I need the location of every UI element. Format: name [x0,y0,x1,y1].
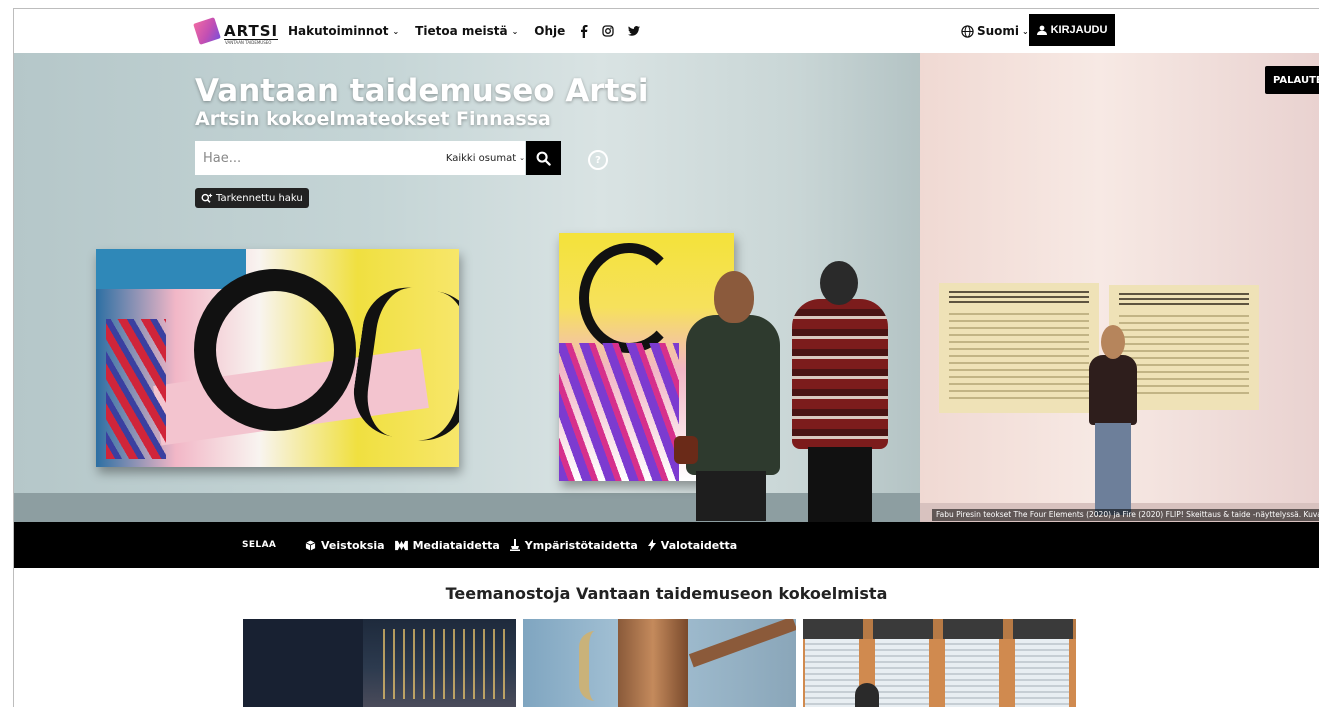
cube-icon [305,539,316,551]
theme-card-image[interactable] [523,619,796,707]
login-label: KIRJAUDU [1050,24,1108,36]
search-type-label: Kaikki osumat [445,152,517,164]
chevron-down-icon: ⌄ [392,26,400,36]
window-top-edge [0,0,1319,9]
logo-text: ARTSI [224,21,279,40]
hero-visitor [786,261,892,522]
browse-items: Veistoksia Mediataidetta Ympäristötaidet… [300,522,742,568]
browse-item-ymparistotaidetta[interactable]: Ympäristötaidetta [505,539,643,552]
section-title: Teemanostoja Vantaan taidemuseon kokoelm… [445,584,888,603]
theme-card-image[interactable] [803,619,1076,707]
browse-item-mediataidetta[interactable]: Mediataidetta [390,539,505,552]
advanced-search-button[interactable]: Tarkennettu haku [195,188,309,208]
hero-image-floor [14,493,920,522]
search-icon [536,151,551,166]
facebook-icon[interactable] [573,9,595,53]
hero-visitor [1083,325,1143,515]
hero-image-caption: Fabu Piresin teokset The Four Elements (… [932,509,1319,521]
user-icon [1036,25,1047,35]
search-help-icon[interactable]: ? [588,150,608,170]
twitter-icon[interactable] [621,9,647,53]
search-button[interactable] [526,141,561,175]
globe-icon [961,24,974,38]
search-plus-icon [201,193,213,203]
nav-item-ohje[interactable]: Ohje [526,9,573,53]
hero-painting-four-elements [96,249,459,467]
browse-item-label: Valotaidetta [660,538,738,552]
browse-item-label: Ympäristötaidetta [524,538,638,552]
chevron-down-icon: ⌄ [511,26,519,36]
browse-bar: SELAA Veistoksia Mediataidetta Ympäristö… [14,522,1319,568]
theme-card-image[interactable] [243,619,516,707]
film-icon [394,540,408,550]
feedback-button[interactable]: PALAUTE [1265,66,1319,94]
search-type-select[interactable]: Kaikki osumat ⌄ [446,153,525,164]
chevron-down-icon: ⌄ [519,154,525,162]
chevron-down-icon: ⌄ [1022,26,1029,36]
browse-item-veistoksia[interactable]: Veistoksia [300,539,390,552]
instagram-icon[interactable] [595,9,621,53]
logo-mark-icon [193,17,221,45]
language-selector[interactable]: Suomi ⌄ [961,9,1029,53]
language-label: Suomi [977,24,1020,38]
nav-item-label: Ohje [534,24,566,38]
main-nav: Hakutoiminnot ⌄ Tietoa meistä ⌄ Ohje [280,9,647,53]
browse-label: SELAA [242,540,277,550]
top-navbar: ARTSI VANTAAN TAIDEMUSEO Hakutoiminnot ⌄… [14,9,1319,53]
hero-banner: Vantaan taidemuseo Artsi Artsin kokoelma… [14,53,1319,522]
bolt-icon [647,539,656,551]
logo-subtext: VANTAAN TAIDEMUSEO [225,40,272,45]
browse-item-label: Mediataidetta [412,538,500,552]
page-subtitle: Artsin kokoelmateokset Finnassa [195,108,551,130]
browse-item-valotaidetta[interactable]: Valotaidetta [643,539,742,552]
browse-item-label: Veistoksia [321,538,385,552]
page-frame: ARTSI VANTAAN TAIDEMUSEO Hakutoiminnot ⌄… [0,0,1319,707]
hero-wall-text-panel [939,283,1099,413]
nav-item-label: Tietoa meistä [415,24,508,38]
hero-visitor [674,271,780,521]
window-left-edge [0,8,14,707]
nav-item-label: Hakutoiminnot [288,24,389,38]
advanced-search-label: Tarkennettu haku [216,192,303,204]
search-input[interactable] [195,143,446,173]
page-title: Vantaan taidemuseo Artsi [195,73,649,109]
nav-item-hakutoiminnot[interactable]: Hakutoiminnot ⌄ [280,9,407,53]
nav-item-tietoa-meista[interactable]: Tietoa meistä ⌄ [407,9,526,53]
login-button[interactable]: KIRJAUDU [1029,14,1115,46]
search-box: Kaikki osumat ⌄ [195,141,525,175]
tree-icon [509,539,520,551]
